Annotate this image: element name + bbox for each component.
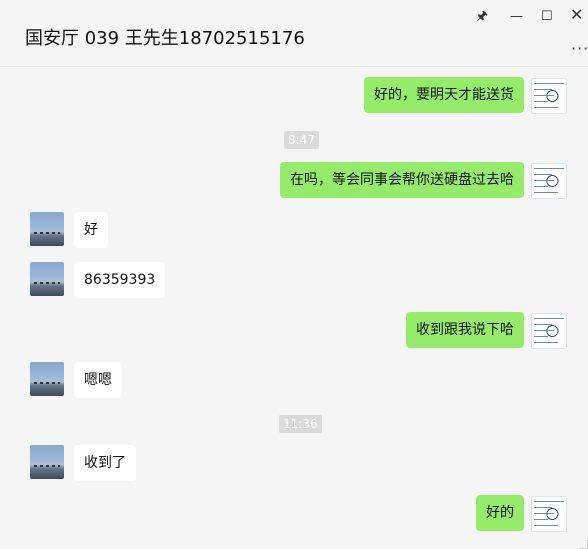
contact-avatar[interactable]	[30, 445, 64, 479]
my-avatar[interactable]	[531, 313, 567, 349]
message-row: 好的，要明天才能送货	[0, 77, 588, 117]
message-row: 嗯嗯	[0, 362, 588, 402]
message-row: 收到了	[0, 445, 588, 485]
chat-header: 国安厅 039 王先生18702515176 🖈 — ☐ ✕ ···	[0, 0, 588, 67]
minimize-icon[interactable]: —	[510, 10, 523, 24]
my-avatar[interactable]	[531, 496, 567, 532]
message-bubble-incoming[interactable]: 86359393	[74, 262, 166, 298]
my-avatar[interactable]	[531, 78, 567, 114]
message-bubble-outgoing[interactable]: 好的，要明天才能送货	[364, 77, 524, 113]
contact-avatar[interactable]	[30, 362, 64, 396]
chat-message-list[interactable]: 好的，要明天才能送货 8:47 在吗，等会同事会帮你送硬盘过去哈 好 86359…	[0, 67, 588, 549]
close-icon[interactable]: ✕	[570, 7, 583, 23]
message-bubble-outgoing[interactable]: 好的	[476, 495, 524, 531]
message-row: 好	[0, 212, 588, 252]
message-row: 86359393	[0, 262, 588, 302]
message-bubble-incoming[interactable]: 收到了	[74, 445, 136, 481]
message-bubble-incoming[interactable]: 好	[74, 212, 108, 248]
message-bubble-incoming[interactable]: 嗯嗯	[74, 362, 122, 398]
pin-icon[interactable]: 🖈	[476, 10, 488, 24]
contact-avatar[interactable]	[30, 212, 64, 246]
my-avatar[interactable]	[531, 163, 567, 199]
message-bubble-outgoing[interactable]: 在吗，等会同事会帮你送硬盘过去哈	[280, 162, 524, 198]
contact-avatar[interactable]	[30, 262, 64, 296]
message-row: 收到跟我说下哈	[0, 312, 588, 352]
resize-grip[interactable]	[579, 540, 588, 549]
time-stamp: 8:47	[284, 131, 319, 149]
more-options-icon[interactable]: ···	[571, 39, 588, 58]
message-row: 好的	[0, 495, 588, 535]
message-row: 在吗，等会同事会帮你送硬盘过去哈	[0, 162, 588, 202]
chat-title: 国安厅 039 王先生18702515176	[25, 28, 305, 49]
message-bubble-outgoing[interactable]: 收到跟我说下哈	[406, 312, 524, 348]
maximize-icon[interactable]: ☐	[541, 10, 553, 24]
time-stamp: 11:36	[279, 415, 322, 433]
